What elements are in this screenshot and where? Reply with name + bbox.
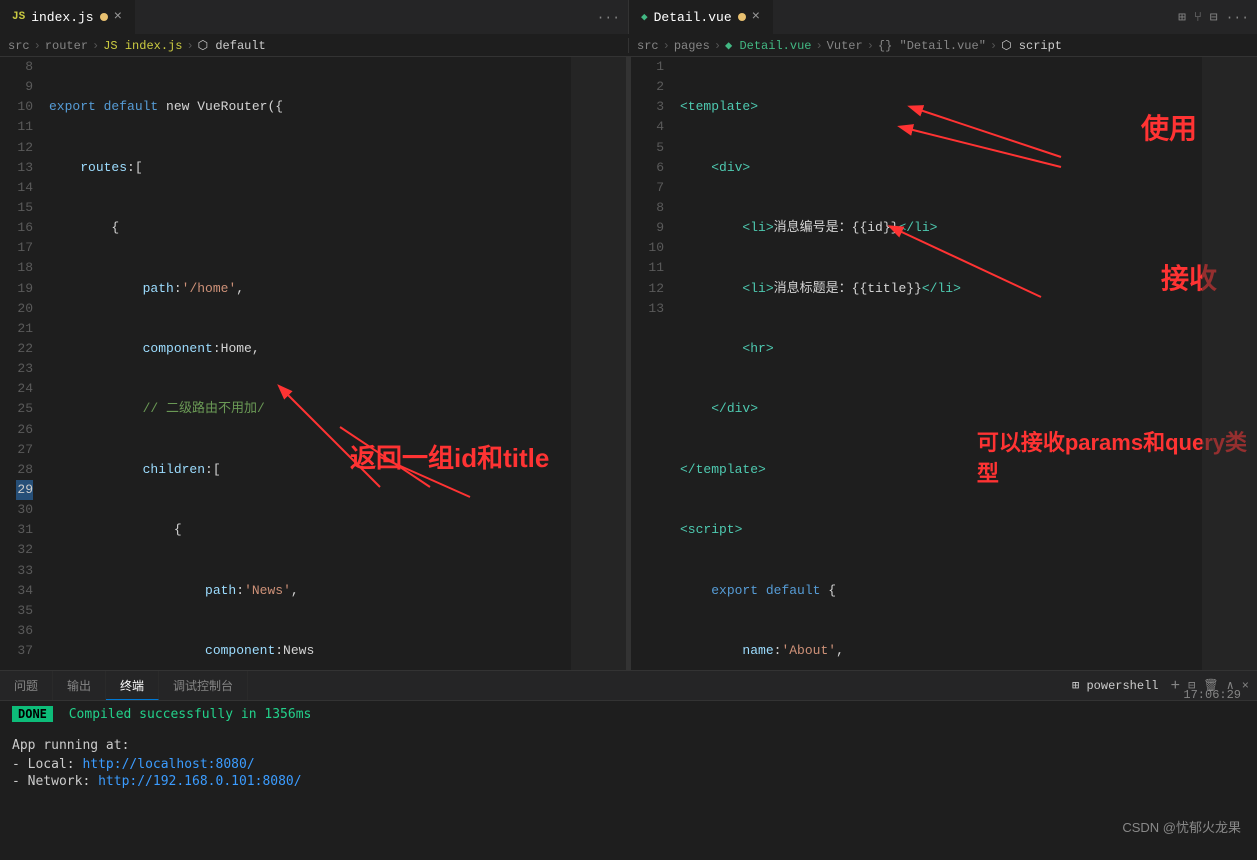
modified-dot-right bbox=[738, 13, 746, 21]
bc-src-right: src bbox=[637, 39, 659, 53]
bc-indexjs: JS index.js bbox=[103, 39, 182, 53]
js-icon: JS bbox=[12, 11, 25, 23]
right-line-numbers: 12345 678910 111213 bbox=[631, 57, 676, 670]
editor-area: 89101112 1314151617 1819202122 232425262… bbox=[0, 57, 1257, 670]
tab-left-filename: index.js bbox=[31, 10, 93, 25]
app-running-line: App running at: bbox=[12, 738, 1245, 753]
panel-add-btn[interactable]: + bbox=[1170, 677, 1180, 695]
right-code-content: <template> <div> <li>消息编号是：{{id}}</li> <… bbox=[676, 57, 1257, 670]
modified-dot-left bbox=[100, 13, 108, 21]
right-minimap bbox=[1202, 57, 1257, 670]
vue-icon: ◆ bbox=[641, 10, 648, 24]
timestamp: 17:06:29 bbox=[1183, 688, 1241, 702]
breadcrumb-bar: src › router › JS index.js › ⬡ default s… bbox=[0, 35, 1257, 57]
local-url-line: - Local: http://localhost:8080/ bbox=[12, 757, 1245, 772]
left-code-content: export default new VueRouter({ routes:[ … bbox=[45, 57, 626, 670]
bc-router: router bbox=[45, 39, 88, 53]
tab-bar: JS index.js × ··· ◆ Detail.vue × ⊞ ⑂ ⊟ ·… bbox=[0, 0, 1257, 35]
tab-right-filename: Detail.vue bbox=[654, 10, 732, 25]
bc-curly: {} "Detail.vue" bbox=[878, 39, 986, 53]
bc-vuter: Vuter bbox=[827, 39, 863, 53]
bc-pages: pages bbox=[674, 39, 710, 53]
compile-message: Compiled successfully in 1356ms bbox=[69, 707, 312, 722]
watermark: CSDN @忧郁火龙果 bbox=[1122, 817, 1241, 836]
tab-right-close[interactable]: × bbox=[752, 10, 760, 24]
tab-index-js[interactable]: JS index.js × bbox=[0, 0, 135, 34]
left-tab-actions[interactable]: ··· bbox=[597, 0, 628, 34]
right-tab-panel: ◆ Detail.vue × ⊞ ⑂ ⊟ ··· bbox=[628, 0, 1257, 34]
panel-area: 问题 输出 终端 调试控制台 ⊞ powershell + ⊟ 🗑 ∧ × DO… bbox=[0, 670, 1257, 860]
tab-left-close[interactable]: × bbox=[114, 10, 122, 24]
network-url[interactable]: http://192.168.0.101:8080/ bbox=[98, 774, 302, 789]
left-editor-pane: 89101112 1314151617 1819202122 232425262… bbox=[0, 57, 626, 670]
bc-default: ⬡ default bbox=[198, 38, 266, 53]
bc-script: ⬡ script bbox=[1001, 38, 1062, 53]
breadcrumb-left: src › router › JS index.js › ⬡ default bbox=[0, 38, 628, 53]
left-line-numbers: 89101112 1314151617 1819202122 232425262… bbox=[0, 57, 45, 670]
right-tab-actions[interactable]: ⊞ ⑂ ⊟ ··· bbox=[1178, 0, 1257, 34]
terminal-shell-label: ⊞ powershell bbox=[1072, 678, 1158, 693]
panel-tab-terminal[interactable]: 终端 bbox=[106, 671, 159, 700]
right-code-container[interactable]: 12345 678910 111213 <template> <div> <li… bbox=[631, 57, 1257, 670]
done-badge: DONE bbox=[12, 706, 53, 722]
left-minimap bbox=[571, 57, 626, 670]
panel-tab-debug[interactable]: 调试控制台 bbox=[159, 671, 248, 700]
bc-detail-vue: ◆ Detail.vue bbox=[725, 38, 811, 53]
panel-tab-issues[interactable]: 问题 bbox=[0, 671, 53, 700]
right-editor-pane: 12345 678910 111213 <template> <div> <li… bbox=[630, 57, 1257, 670]
bc-src-left: src bbox=[8, 39, 30, 53]
network-url-line: - Network: http://192.168.0.101:8080/ bbox=[12, 774, 1245, 789]
panel-close-btn[interactable]: × bbox=[1242, 679, 1249, 693]
terminal-content[interactable]: DONE Compiled successfully in 1356ms App… bbox=[0, 701, 1257, 860]
local-url[interactable]: http://localhost:8080/ bbox=[82, 757, 254, 772]
panel-tabs: 问题 输出 终端 调试控制台 ⊞ powershell + ⊟ 🗑 ∧ × bbox=[0, 671, 1257, 701]
panel-tab-output[interactable]: 输出 bbox=[53, 671, 106, 700]
left-code-container[interactable]: 89101112 1314151617 1819202122 232425262… bbox=[0, 57, 626, 670]
breadcrumb-right: src › pages › ◆ Detail.vue › Vuter › {} … bbox=[628, 38, 1257, 53]
tab-detail-vue[interactable]: ◆ Detail.vue × bbox=[629, 0, 773, 34]
compile-status-line: DONE Compiled successfully in 1356ms bbox=[12, 707, 1245, 722]
left-tab-panel: JS index.js × ··· bbox=[0, 0, 628, 34]
